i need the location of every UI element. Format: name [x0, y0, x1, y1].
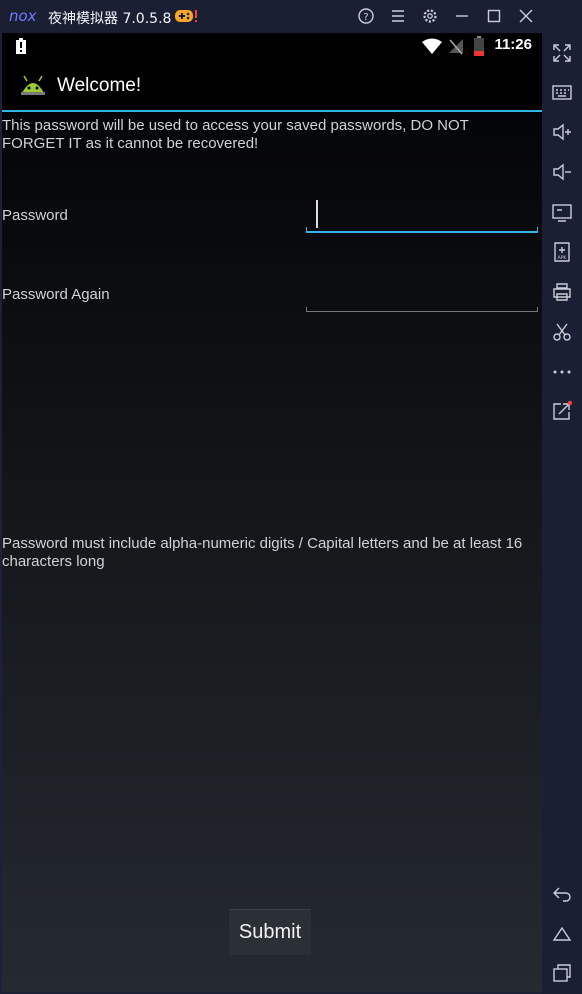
- text-cursor: [316, 200, 318, 228]
- recents-icon[interactable]: [551, 962, 573, 984]
- password-again-underline-right: [537, 307, 538, 312]
- password-again-underline-left: [306, 307, 307, 312]
- battery-alert-icon: [16, 38, 26, 54]
- add-apk-icon[interactable]: APK: [551, 241, 573, 263]
- screen-icon[interactable]: [551, 201, 573, 223]
- svg-text:?: ?: [363, 12, 368, 23]
- password-input[interactable]: [306, 197, 538, 233]
- maximize-icon[interactable]: [483, 5, 505, 27]
- intro-text: This password will be used to access you…: [2, 117, 469, 152]
- close-icon[interactable]: [515, 5, 537, 27]
- external-link-icon[interactable]: [551, 400, 573, 422]
- svg-text:nox: nox: [9, 7, 37, 25]
- android-screen: 11:26 Welcome! This password will be use…: [2, 33, 542, 992]
- password-label: Password: [2, 207, 68, 224]
- minimize-icon[interactable]: [451, 5, 473, 27]
- android-logo-icon: [21, 75, 45, 95]
- password-underline-right: [537, 227, 538, 233]
- password-underline-left: [306, 227, 307, 233]
- title-divider: [2, 110, 542, 112]
- no-signal-icon: [449, 39, 463, 55]
- password-again-label: Password Again: [2, 286, 110, 303]
- volume-up-icon[interactable]: [551, 121, 573, 143]
- battery-icon: [474, 36, 484, 56]
- back-icon[interactable]: [551, 883, 573, 905]
- print-icon[interactable]: [551, 281, 573, 303]
- emulator-title: 夜神模拟器 7.0.5.8: [48, 11, 172, 27]
- password-again-input[interactable]: [306, 276, 538, 312]
- submit-button[interactable]: Submit: [229, 909, 311, 955]
- action-bar: Welcome!: [2, 59, 542, 110]
- help-icon[interactable]: ?: [355, 5, 377, 27]
- password-again-underline: [306, 311, 538, 312]
- menu-icon[interactable]: [387, 5, 409, 27]
- more-icon[interactable]: [551, 361, 573, 383]
- wifi-icon: [422, 38, 442, 54]
- keyboard-icon[interactable]: [551, 81, 573, 103]
- password-requirements: Password must include alpha-numeric digi…: [2, 535, 523, 570]
- home-icon[interactable]: [551, 923, 573, 945]
- page-title: Welcome!: [57, 75, 142, 96]
- emulator-title-bar: nox 夜神模拟器 7.0.5.8 ?: [0, 0, 582, 33]
- nox-logo: nox: [9, 7, 37, 25]
- status-bar: 11:26: [2, 33, 542, 59]
- gamepad-icon[interactable]: [174, 7, 198, 25]
- scissors-icon[interactable]: [551, 321, 573, 343]
- emulator-sidebar: APK: [542, 0, 582, 994]
- password-underline: [306, 231, 538, 233]
- settings-icon[interactable]: [419, 5, 441, 27]
- svg-text:APK: APK: [558, 255, 568, 261]
- volume-down-icon[interactable]: [551, 161, 573, 183]
- status-time: 11:26: [494, 36, 532, 53]
- fullscreen-icon[interactable]: [551, 42, 573, 64]
